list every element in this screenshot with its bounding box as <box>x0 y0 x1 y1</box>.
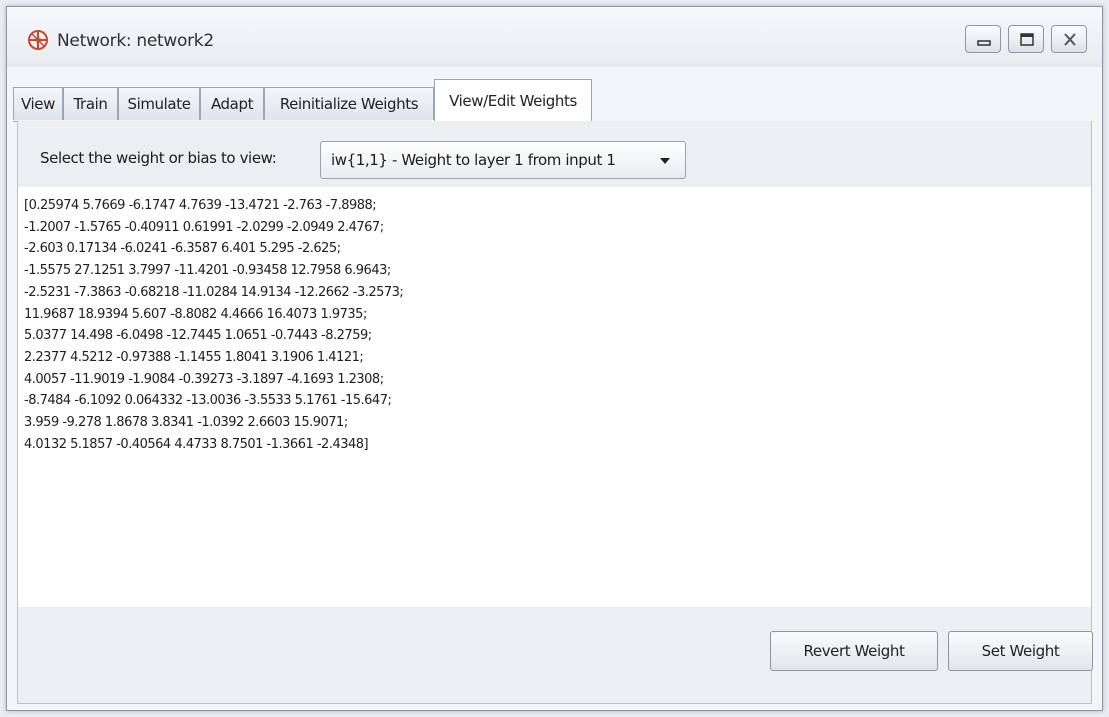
matrix-row: -2.5231 -7.3863 -0.68218 -11.0284 14.913… <box>24 284 404 300</box>
tab-view[interactable]: View <box>13 87 63 120</box>
tab-bar: View Train Simulate Adapt Reinitialize W… <box>13 77 1092 122</box>
tab-train[interactable]: Train <box>63 87 118 120</box>
close-icon <box>1064 33 1076 46</box>
maximize-button[interactable] <box>1008 25 1044 53</box>
matlab-network-icon <box>27 29 49 51</box>
network-window: Network: network2 View Train Simulate Ad… <box>6 6 1103 711</box>
matrix-row: -1.5575 27.1251 3.7997 -11.4201 -0.93458… <box>24 263 391 279</box>
minimize-button[interactable] <box>965 25 1001 53</box>
window-title: Network: network2 <box>57 31 214 51</box>
dropdown-selected-value: iw{1,1} - Weight to layer 1 from input 1 <box>331 151 616 169</box>
tab-adapt[interactable]: Adapt <box>200 87 264 120</box>
selector-bar: Select the weight or bias to view: iw{1,… <box>18 121 1091 187</box>
matrix-row: 3.959 -9.278 1.8678 3.8341 -1.0392 2.660… <box>24 415 348 431</box>
matrix-row: -1.2007 -1.5765 -0.40911 0.61991 -2.0299… <box>24 219 384 235</box>
tab-reinitialize-weights[interactable]: Reinitialize Weights <box>264 87 434 120</box>
matrix-row: [0.25974 5.7669 -6.1747 4.7639 -13.4721 … <box>24 198 377 213</box>
weights-panel: Select the weight or bias to view: iw{1,… <box>17 121 1093 704</box>
set-weight-button[interactable]: Set Weight <box>948 631 1093 671</box>
title-bar[interactable]: Network: network2 <box>7 7 1102 67</box>
matrix-row: 4.0057 -11.9019 -1.9084 -0.39273 -3.1897… <box>24 371 384 387</box>
dropdown-arrow-icon <box>660 158 670 164</box>
matrix-row: 4.0132 5.1857 -0.40564 4.4733 8.7501 -1.… <box>24 436 369 452</box>
close-button[interactable] <box>1051 25 1087 53</box>
weight-matrix-editor[interactable]: [0.25974 5.7669 -6.1747 4.7639 -13.4721 … <box>24 195 1071 615</box>
minimize-icon <box>977 40 991 46</box>
matrix-row: -8.7484 -6.1092 0.064332 -13.0036 -3.553… <box>24 393 392 409</box>
revert-weight-button[interactable]: Revert Weight <box>770 631 938 671</box>
button-bar: Revert Weight Set Weight <box>18 607 1093 703</box>
matrix-row: 2.2377 4.5212 -0.97388 -1.1455 1.8041 3.… <box>24 349 364 365</box>
matrix-row: 5.0377 14.498 -6.0498 -12.7445 1.0651 -0… <box>24 328 372 344</box>
matrix-row: 11.9687 18.9394 5.607 -8.8082 4.4666 16.… <box>24 306 367 322</box>
weight-bias-dropdown[interactable]: iw{1,1} - Weight to layer 1 from input 1 <box>320 141 686 179</box>
maximize-icon <box>1020 33 1034 46</box>
tab-simulate[interactable]: Simulate <box>118 87 200 120</box>
selector-label: Select the weight or bias to view: <box>40 149 277 167</box>
tab-view-edit-weights[interactable]: View/Edit Weights <box>434 79 592 122</box>
matrix-row: -2.603 0.17134 -6.0241 -6.3587 6.401 5.2… <box>24 241 341 257</box>
